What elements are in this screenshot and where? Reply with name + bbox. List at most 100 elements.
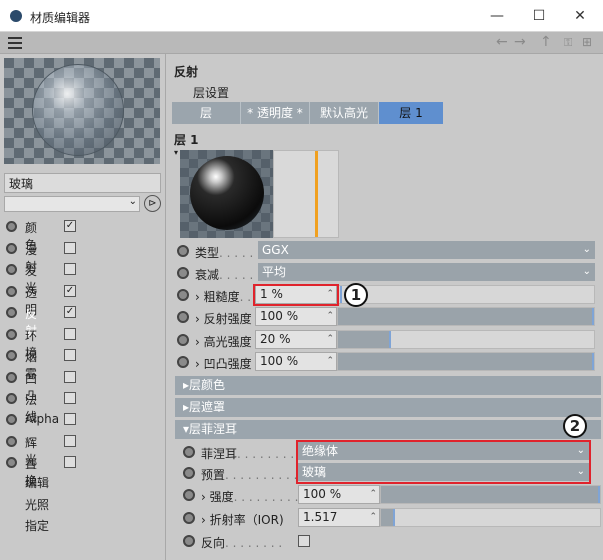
tab-transparency[interactable]: * 透明度 *: [241, 102, 310, 124]
channel-dot-icon: [6, 414, 17, 425]
tab-layer-1[interactable]: 层 1: [379, 102, 443, 124]
annotation-badge-2: 2: [563, 414, 587, 438]
param-specular-strength: › 高光强度 20 % ⌃: [167, 330, 603, 351]
slider-knob: [592, 308, 594, 325]
bump-strength-field[interactable]: 100 % ⌃: [255, 352, 337, 371]
chevron-down-icon: ⌄: [128, 196, 137, 207]
highlight-box-roughness: [253, 284, 339, 306]
param-dot-icon[interactable]: [183, 535, 195, 547]
chevron-down-icon: ⌄: [582, 244, 591, 255]
up-arrow-icon[interactable]: ↑: [540, 34, 552, 50]
param-dot-icon[interactable]: [183, 489, 195, 501]
ior-field[interactable]: 1.517 ⌃: [298, 508, 380, 527]
channel-checkbox[interactable]: [64, 413, 76, 425]
channel-dot-icon: [6, 457, 17, 468]
channel-dot-icon: [6, 264, 17, 275]
param-reflect-strength: › 反射强度 100 % ⌃: [167, 307, 603, 328]
reflect-strength-slider[interactable]: [337, 307, 595, 326]
link-illumination[interactable]: 光照: [25, 496, 49, 513]
maximize-button[interactable]: ☐: [528, 6, 550, 26]
channel-checkbox[interactable]: [64, 392, 76, 404]
minimize-button[interactable]: —: [486, 6, 508, 26]
param-dot-icon[interactable]: [183, 512, 195, 524]
specular-strength-slider[interactable]: [337, 330, 595, 349]
channel-checkbox[interactable]: ✓: [64, 306, 76, 318]
back-arrow-icon[interactable]: ←: [496, 34, 508, 50]
app-icon: [10, 10, 22, 22]
channel-checkbox[interactable]: [64, 371, 76, 383]
group-layer-fresnel[interactable]: ▾层菲涅耳: [175, 420, 601, 439]
param-fresnel-strength: › 强度. . . . . . . . . 100 % ⌃: [167, 485, 603, 506]
invert-checkbox[interactable]: [298, 535, 310, 547]
title-bar: 材质编辑器 — ☐ ✕: [0, 0, 603, 32]
tab-default-specular[interactable]: 默认高光: [310, 102, 379, 124]
channel-checkbox[interactable]: [64, 435, 76, 447]
link-assign[interactable]: 指定: [25, 517, 49, 534]
channel-checkbox[interactable]: [64, 456, 76, 468]
material-preview: [4, 58, 160, 164]
param-dot-icon[interactable]: [177, 289, 189, 301]
filter-icon[interactable]: ⊳: [144, 195, 161, 212]
param-attenuation: 衰减. . . . . 平均 ⌄: [167, 263, 603, 284]
channel-checkbox[interactable]: [64, 263, 76, 275]
slider-knob: [393, 509, 395, 526]
roughness-slider[interactable]: [337, 285, 595, 304]
ior-slider[interactable]: [380, 508, 601, 527]
channel-dot-icon: [6, 350, 17, 361]
attenuation-dropdown[interactable]: 平均 ⌄: [258, 263, 595, 281]
menu-icon[interactable]: [8, 37, 22, 49]
link-editor[interactable]: 编辑: [25, 474, 49, 491]
channel-dot-icon: [6, 286, 17, 297]
spinner-icon: ⌃: [369, 489, 377, 499]
param-dot-icon[interactable]: [177, 334, 189, 346]
layer-tabs: 层 * 透明度 * 默认高光 层 1: [172, 102, 443, 124]
channel-checkbox[interactable]: [64, 328, 76, 340]
channel-checkbox[interactable]: [64, 242, 76, 254]
type-dropdown[interactable]: GGX ⌄: [258, 241, 595, 259]
param-dot-icon[interactable]: [177, 356, 189, 368]
close-button[interactable]: ✕: [569, 6, 591, 26]
lock-icon[interactable]: ⚿: [564, 36, 572, 50]
highlight-box-fresnel: [296, 440, 591, 484]
param-invert: 反向. . . . . . . .: [167, 531, 603, 552]
fresnel-strength-field[interactable]: 100 % ⌃: [298, 485, 380, 504]
material-name-field[interactable]: 玻璃: [4, 173, 161, 193]
param-dot-icon[interactable]: [183, 467, 195, 479]
forward-arrow-icon[interactable]: →: [514, 34, 526, 50]
channel-dot-icon: [6, 243, 17, 254]
layer-settings-label: 层设置: [193, 86, 230, 100]
chevron-down-icon: ⌄: [582, 266, 591, 277]
group-layer-mask[interactable]: ▸层遮罩: [175, 398, 601, 417]
slider-knob: [598, 486, 600, 503]
fresnel-strength-slider[interactable]: [380, 485, 601, 504]
channel-checkbox[interactable]: [64, 349, 76, 361]
spinner-icon: ⌃: [326, 334, 334, 344]
bump-strength-slider[interactable]: [337, 352, 595, 371]
spinner-icon: ⌃: [326, 356, 334, 366]
param-type: 类型. . . . . GGX ⌄: [167, 241, 603, 262]
channel-checkbox[interactable]: ✓: [64, 285, 76, 297]
grid-icon[interactable]: ⊞: [582, 35, 592, 49]
param-dot-icon[interactable]: [177, 267, 189, 279]
tab-layer[interactable]: 层: [172, 102, 241, 124]
collapse-icon[interactable]: ▾: [174, 148, 178, 157]
channel-panel: 玻璃 ⌄ ⊳ 颜色 ✓ 漫射 发光 透明 ✓ 反射 ✓ 环境 烟雾 凹凸 法线 Alp…: [0, 54, 166, 560]
annotation-badge-1: 1: [344, 283, 368, 307]
group-layer-color[interactable]: ▸层颜色: [175, 376, 601, 395]
channel-filter-field[interactable]: ⌄: [4, 196, 140, 212]
layer-falloff-preview: [273, 150, 339, 238]
section-title: 反射: [174, 65, 199, 79]
channel-checkbox[interactable]: ✓: [64, 220, 76, 232]
channel-dot-icon: [6, 329, 17, 340]
param-dot-icon[interactable]: [183, 446, 195, 458]
spinner-icon: ⌃: [369, 512, 377, 522]
spinner-icon: ⌃: [326, 311, 334, 321]
reflectance-panel: 反射 层设置 层 * 透明度 * 默认高光 层 1 层 1 ▾ 类型. . . …: [167, 54, 603, 560]
slider-knob: [389, 331, 391, 348]
param-dot-icon[interactable]: [177, 245, 189, 257]
param-dot-icon[interactable]: [177, 311, 189, 323]
toolbar: ← → ↑ ⚿ ⊞: [0, 32, 603, 54]
layer-preview: [180, 150, 273, 238]
reflect-strength-field[interactable]: 100 % ⌃: [255, 307, 337, 326]
specular-strength-field[interactable]: 20 % ⌃: [255, 330, 337, 349]
